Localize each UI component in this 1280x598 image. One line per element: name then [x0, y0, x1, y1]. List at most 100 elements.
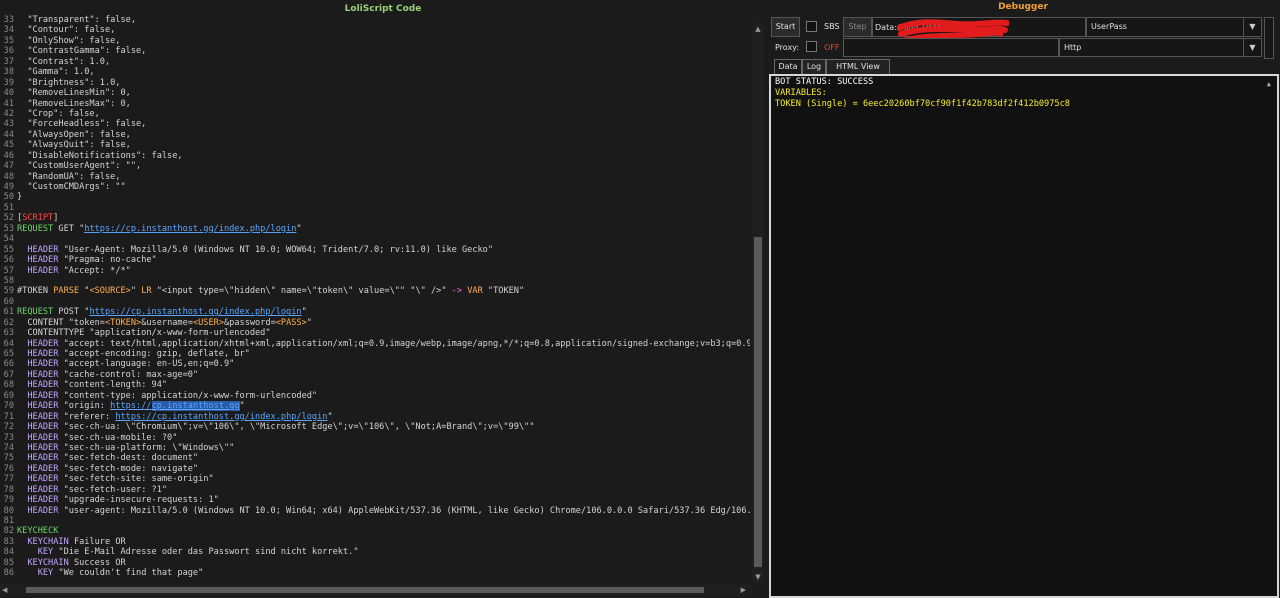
code-line[interactable]: 58	[0, 276, 750, 286]
code-line[interactable]: 43 "ForceHeadless": false,	[0, 119, 750, 129]
code-line[interactable]: 79 HEADER "upgrade-insecure-requests: 1"	[0, 495, 750, 505]
code-line[interactable]: 71 HEADER "referer: https://cp.instantho…	[0, 412, 750, 422]
editor-horizontal-scrollbar[interactable]: ◀ ▶	[0, 584, 752, 596]
code-text: "Contrast": 1.0,	[14, 57, 110, 67]
step-button[interactable]: Step	[843, 17, 872, 37]
code-line[interactable]: 84 KEY "Die E-Mail Adresse oder das Pass…	[0, 547, 750, 557]
code-line[interactable]: 62 CONTENT "token=<TOKEN>&username=<USER…	[0, 318, 750, 328]
start-button[interactable]: Start	[771, 17, 800, 37]
code-text: HEADER "accept-encoding: gzip, deflate, …	[14, 349, 249, 359]
code-line[interactable]: 77 HEADER "sec-fetch-site: same-origin"	[0, 474, 750, 484]
line-number: 75	[3, 453, 14, 464]
code-line[interactable]: 34 "Contour": false,	[0, 25, 750, 35]
code-token: HEADER	[27, 495, 59, 506]
scroll-up-icon[interactable]: ▲	[752, 23, 764, 35]
code-line[interactable]: 41 "RemoveLinesMax": 0,	[0, 99, 750, 109]
code-line[interactable]: 49 "CustomCMDArgs": ""	[0, 182, 750, 192]
code-line[interactable]: 39 "Brightness": 1.0,	[0, 78, 750, 88]
code-line[interactable]: 86 KEY "We couldn't find that page"	[0, 568, 750, 578]
code-line[interactable]: 68 HEADER "content-length: 94"	[0, 380, 750, 390]
code-token: REQUEST	[17, 307, 54, 318]
proxy-checkbox[interactable]	[806, 41, 817, 52]
code-line[interactable]: 63 CONTENTTYPE "application/x-www-form-u…	[0, 328, 750, 338]
code-token[interactable]: https://cp.instanthost.gg/index.php/logi…	[89, 307, 301, 317]
code-line[interactable]: 60	[0, 297, 750, 307]
code-token[interactable]: https://cp.instanthost.gg/index.php/logi…	[84, 224, 296, 234]
code-line[interactable]: 38 "Gamma": 1.0,	[0, 67, 750, 77]
code-line[interactable]: 37 "Contrast": 1.0,	[0, 57, 750, 67]
scroll-down-icon[interactable]: ▼	[752, 571, 764, 583]
code-line[interactable]: 67 HEADER "cache-control: max-age=0"	[0, 370, 750, 380]
editor-vertical-scrollbar[interactable]: ▲ ▼	[752, 23, 764, 583]
proxy-type-select[interactable]: Http ▼	[1059, 38, 1262, 57]
line-number: 49	[3, 182, 14, 192]
scroll-left-icon[interactable]: ◀	[2, 584, 7, 596]
code-line[interactable]: 46 "DisableNotifications": false,	[0, 151, 750, 161]
code-line[interactable]: 53 REQUEST GET "https://cp.instanthost.gg…	[0, 224, 750, 234]
code-line[interactable]: 42 "Crop": false,	[0, 109, 750, 119]
code-token: "RemoveLinesMin": 0,	[17, 88, 131, 99]
code-line[interactable]: 75 HEADER "sec-fetch-dest: document"	[0, 453, 750, 463]
code-line[interactable]: 61 REQUEST POST "https://cp.instanthost.g…	[0, 307, 750, 317]
code-line[interactable]: 52 [SCRIPT]	[0, 213, 750, 223]
code-line[interactable]: 57 HEADER "Accept: */*"	[0, 266, 750, 276]
chevron-down-icon[interactable]: ▼	[1243, 39, 1261, 57]
wordlist-type-select[interactable]: UserPass ▼	[1086, 17, 1262, 37]
code-line[interactable]: 81	[0, 516, 750, 526]
horizontal-scroll-thumb[interactable]	[26, 587, 704, 593]
code-editor[interactable]: 33 "Transparent": false, 34 "Contour": fa…	[0, 15, 750, 583]
scroll-right-icon[interactable]: ▶	[741, 584, 746, 596]
sbs-checkbox[interactable]	[806, 21, 817, 32]
code-line[interactable]: 65 HEADER "accept-encoding: gzip, deflat…	[0, 349, 750, 359]
code-line[interactable]: 73 HEADER "sec-ch-ua-mobile: ?0"	[0, 433, 750, 443]
code-line[interactable]: 54	[0, 234, 750, 244]
code-token[interactable]: https://cp.instanthost.gg/index.php/logi…	[115, 412, 327, 422]
code-line[interactable]: 85 KEYCHAIN Success OR	[0, 558, 750, 568]
code-line[interactable]: 44 "AlwaysOpen": false,	[0, 130, 750, 140]
code-line[interactable]: 69 HEADER "content-type: application/x-w…	[0, 391, 750, 401]
code-line[interactable]: 36 "ContrastGamma": false,	[0, 46, 750, 56]
code-line[interactable]: 70 HEADER "origin: https://cp.instanthos…	[0, 401, 750, 412]
code-line[interactable]: 48 "RandomUA": false,	[0, 172, 750, 182]
code-line[interactable]: 64 HEADER "accept: text/html,application…	[0, 339, 750, 349]
code-line[interactable]: 40 "RemoveLinesMin": 0,	[0, 88, 750, 98]
data-input[interactable]: Data: Valid_User:Pass123	[872, 17, 1086, 43]
code-line[interactable]: 74 HEADER "sec-ch-ua-platform: \"Windows…	[0, 443, 750, 453]
code-line[interactable]: 56 HEADER "Pragma: no-cache"	[0, 255, 750, 265]
code-text: HEADER "content-type: application/x-www-…	[14, 391, 317, 401]
side-scrollbar[interactable]	[1264, 17, 1274, 59]
code-token: "sec-ch-ua-mobile: ?0"	[58, 432, 178, 443]
code-token[interactable]: https://	[110, 401, 151, 411]
code-line[interactable]: 47 "CustomUserAgent": "",	[0, 161, 750, 171]
code-line[interactable]: 83 KEYCHAIN Failure OR	[0, 537, 750, 547]
chevron-down-icon[interactable]: ▼	[1243, 18, 1261, 36]
code-line[interactable]: 59 #TOKEN PARSE "<SOURCE>" LR "<input typ…	[0, 286, 750, 296]
code-line[interactable]: 50}	[0, 192, 750, 202]
code-line[interactable]: 51	[0, 203, 750, 213]
code-token[interactable]: cp.instanthost.gg	[151, 401, 240, 412]
code-line[interactable]: 78 HEADER "sec-fetch-user: ?1"	[0, 485, 750, 495]
proxy-input[interactable]	[843, 38, 1059, 57]
tab-data[interactable]: Data	[774, 59, 802, 74]
code-line[interactable]: 80 HEADER "user-agent: Mozilla/5.0 (Wind…	[0, 506, 750, 516]
vertical-scroll-thumb[interactable]	[754, 237, 762, 567]
code-line[interactable]: 55 HEADER "User-Agent: Mozilla/5.0 (Wind…	[0, 245, 750, 255]
debugger-output[interactable]: BOT STATUS: SUCCESS VARIABLES: TOKEN (Si…	[769, 74, 1279, 598]
scroll-up-icon[interactable]: ▲	[1267, 80, 1271, 88]
code-line[interactable]: 72 HEADER "sec-ch-ua: \"Chromium\";v=\"1…	[0, 422, 750, 432]
code-line[interactable]: 66 HEADER "accept-language: en-US,en;q=0…	[0, 359, 750, 369]
tab-log[interactable]: Log	[802, 59, 826, 74]
code-line[interactable]: 45 "AlwaysQuit": false,	[0, 140, 750, 150]
tab-html-view[interactable]: HTML View	[826, 59, 890, 74]
code-line[interactable]: 35 "OnlyShow": false,	[0, 36, 750, 46]
code-text: HEADER "User-Agent: Mozilla/5.0 (Windows…	[14, 245, 493, 255]
code-line[interactable]: 33 "Transparent": false,	[0, 15, 750, 25]
code-token: }	[17, 192, 23, 203]
code-line[interactable]: 82 KEYCHECK	[0, 526, 750, 536]
code-line[interactable]: 76 HEADER "sec-fetch-mode: navigate"	[0, 464, 750, 474]
code-token: "	[130, 286, 142, 297]
